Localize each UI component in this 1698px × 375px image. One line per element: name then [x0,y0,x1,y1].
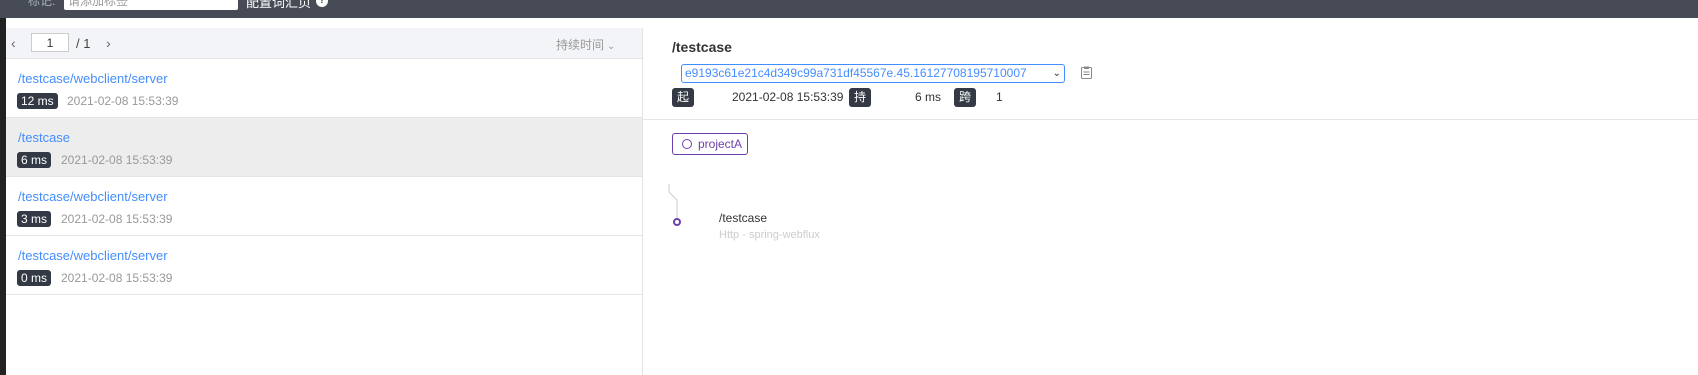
duration-badge: 0 ms [17,270,52,286]
page-input[interactable]: 1 [31,33,69,52]
span-label-badge: 跨度 [954,88,977,123]
trace-id-select[interactable]: e9193c61e21c4d349c99a731df45567e.45.1612… [681,64,1065,83]
span-tree-connector [668,184,681,226]
service-name: projectA [698,137,743,151]
tag-label: 标记: [28,0,56,8]
start-value: 2021-02-08 15:53:39 [732,90,844,104]
trace-list-item[interactable]: /testcase/webclient/server 3 ms 2021-02-… [6,177,642,236]
trace-list-item[interactable]: /testcase 6 ms 2021-02-08 15:53:39 [6,118,642,177]
clipboard-icon[interactable] [1081,66,1092,79]
span-name[interactable]: /testcase [719,211,767,225]
page-total: / 1 [76,36,91,51]
duration-label-badge: 持续时间 [849,88,872,161]
trace-list-item[interactable]: /testcase/webclient/server 0 ms 2021-02-… [6,236,642,295]
chevron-right-icon[interactable]: › [106,35,111,51]
trace-endpoint[interactable]: /testcase/webclient/server [18,189,168,204]
duration-badge: 3 ms [17,211,52,227]
tag-input[interactable]: 请添加标签 [64,0,238,10]
duration-badge: 6 ms [17,152,52,168]
span-node-icon [673,218,681,226]
trace-endpoint[interactable]: /testcase/webclient/server [18,248,168,263]
config-vocabulary-link[interactable]: 配置词汇页 [246,0,311,11]
trace-time: 2021-02-08 15:53:39 [61,153,173,167]
pager-bar: ‹ 1 / 1 › 持续时间 ⌄ [6,28,642,59]
trace-time: 2021-02-08 15:53:39 [61,271,173,285]
trace-list-item[interactable]: /testcase/webclient/server 12 ms 2021-02… [6,59,642,118]
span-value: 1 [996,90,1003,104]
top-toolbar: 标记: 请添加标签 配置词汇页 ? [0,0,1698,18]
duration-badge: 12 ms [17,93,58,109]
sort-label: 持续时间 [556,38,605,52]
trace-detail-panel: /testcase e9193c61e21c4d349c99a731df4556… [643,28,1698,375]
duration-value: 6 ms [915,90,942,104]
trace-list-panel: ‹ 1 / 1 › 持续时间 ⌄ /testcase/webclient/serv… [6,28,643,375]
start-label-badge: 起始点 [672,88,695,142]
help-icon[interactable]: ? [316,0,328,7]
chevron-down-icon: ⌄ [607,41,616,52]
trace-time: 2021-02-08 15:53:39 [67,94,179,108]
chevron-left-icon[interactable]: ‹ [11,35,16,51]
service-legend-item[interactable]: projectA [672,133,749,155]
trace-time: 2021-02-08 15:53:39 [61,212,173,226]
trace-endpoint[interactable]: /testcase [18,130,70,145]
chevron-down-icon: ⌄ [1052,68,1061,79]
divider [643,119,1698,120]
trace-id-value: e9193c61e21c4d349c99a731df45567e.45.1612… [685,66,1027,80]
span-component: Http - spring-webflux [719,229,820,241]
trace-title: /testcase [672,39,732,55]
sort-select[interactable]: 持续时间 ⌄ [556,36,615,53]
service-circle-icon [682,139,692,149]
trace-endpoint[interactable]: /testcase/webclient/server [18,71,168,86]
